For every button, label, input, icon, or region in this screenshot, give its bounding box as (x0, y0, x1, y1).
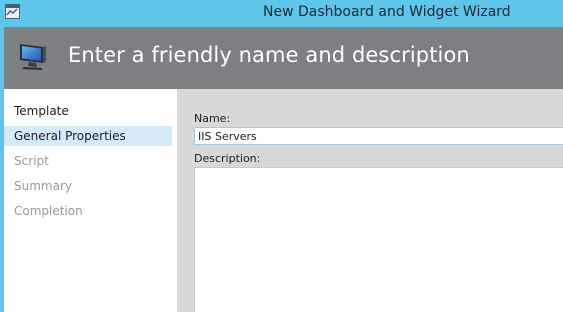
wizard-header: Enter a friendly name and description (4, 27, 563, 89)
monitor-icon (16, 41, 50, 73)
nav-step-script[interactable]: Script (4, 151, 172, 171)
nav-step-summary[interactable]: Summary (4, 176, 172, 196)
description-label: Description: (194, 152, 261, 165)
nav-step-general-properties[interactable]: General Properties (4, 126, 172, 146)
window-app-icon[interactable] (5, 4, 20, 19)
nav-step-template[interactable]: Template (4, 101, 172, 121)
nav-content-divider (177, 89, 194, 312)
nav-step-completion[interactable]: Completion (4, 201, 172, 221)
name-label: Name: (194, 112, 231, 125)
wizard-steps-nav: Template General Properties Script Summa… (4, 89, 177, 312)
page-title: Enter a friendly name and description (68, 43, 470, 67)
wizard-window: New Dashboard and Widget Wizard Enter a … (0, 0, 563, 312)
description-field[interactable] (194, 167, 563, 312)
content-panel: Name: Description: (194, 89, 563, 312)
title-bar[interactable]: New Dashboard and Widget Wizard (0, 0, 563, 27)
name-field[interactable] (194, 127, 563, 145)
window-title: New Dashboard and Widget Wizard (263, 4, 511, 20)
